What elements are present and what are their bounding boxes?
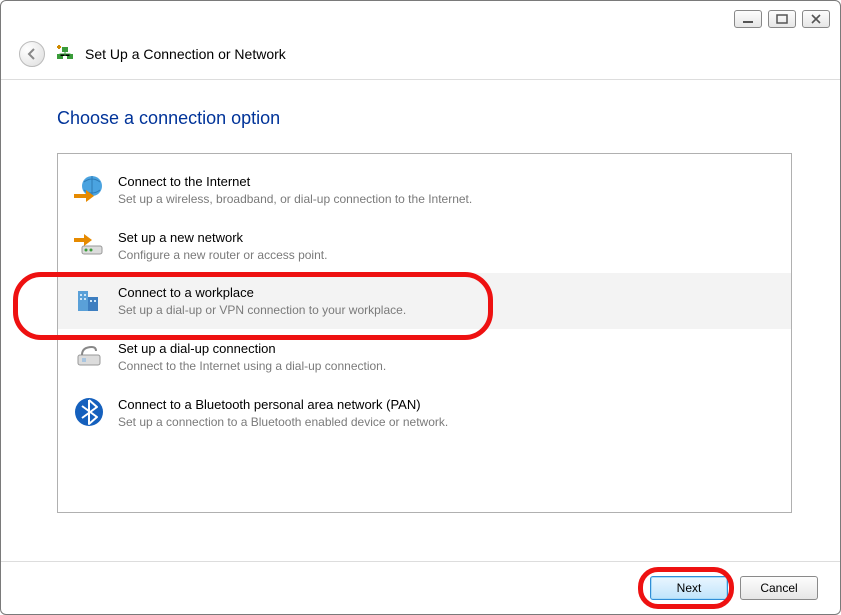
option-desc: Connect to the Internet using a dial-up …: [118, 358, 777, 375]
bluetooth-icon: [72, 395, 106, 429]
wizard-title: Set Up a Connection or Network: [85, 46, 286, 62]
option-title: Connect to a workplace: [118, 285, 777, 302]
option-dial-up[interactable]: Set up a dial-up connection Connect to t…: [58, 329, 791, 385]
option-desc: Set up a dial-up or VPN connection to yo…: [118, 302, 777, 319]
cancel-button[interactable]: Cancel: [740, 576, 818, 600]
close-button[interactable]: [802, 10, 830, 28]
option-connect-internet[interactable]: Connect to the Internet Set up a wireles…: [58, 162, 791, 218]
connection-options-list: Connect to the Internet Set up a wireles…: [57, 153, 792, 513]
option-title: Set up a dial-up connection: [118, 341, 777, 358]
phone-modem-icon: [72, 339, 106, 373]
option-title: Connect to a Bluetooth personal area net…: [118, 397, 777, 414]
buildings-icon: [72, 283, 106, 317]
wizard-header: Set Up a Connection or Network: [1, 37, 840, 80]
option-title: Connect to the Internet: [118, 174, 777, 191]
globe-arrow-icon: [72, 172, 106, 206]
option-setup-network[interactable]: Set up a new network Configure a new rou…: [58, 218, 791, 274]
option-desc: Configure a new router or access point.: [118, 247, 777, 264]
network-wizard-icon: [55, 44, 75, 64]
titlebar: [1, 1, 840, 37]
option-connect-workplace[interactable]: Connect to a workplace Set up a dial-up …: [58, 273, 791, 329]
next-button[interactable]: Next: [650, 576, 728, 600]
router-arrow-icon: [72, 228, 106, 262]
wizard-button-row: Next Cancel: [1, 561, 840, 614]
option-desc: Set up a wireless, broadband, or dial-up…: [118, 191, 777, 208]
minimize-button[interactable]: [734, 10, 762, 28]
maximize-button[interactable]: [768, 10, 796, 28]
option-desc: Set up a connection to a Bluetooth enabl…: [118, 414, 777, 431]
page-heading: Choose a connection option: [57, 108, 792, 129]
option-bluetooth-pan[interactable]: Connect to a Bluetooth personal area net…: [58, 385, 791, 441]
option-title: Set up a new network: [118, 230, 777, 247]
back-button[interactable]: [19, 41, 45, 67]
wizard-window: Set Up a Connection or Network Choose a …: [0, 0, 841, 615]
wizard-content: Choose a connection option Connect to th…: [1, 80, 840, 561]
